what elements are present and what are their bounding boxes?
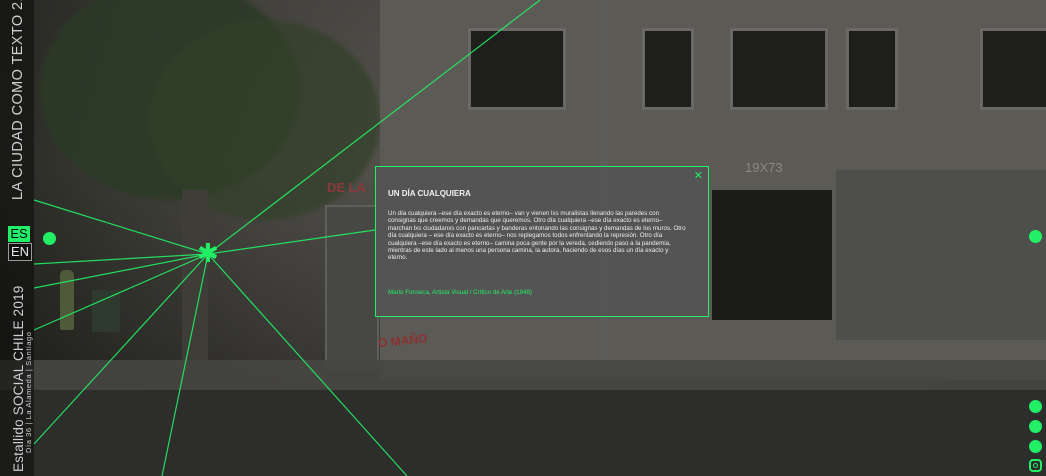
project-location: Día 36 | La Alameda | Santiago [24,331,33,453]
story-modal: ✕ UN DÍA CUALQUIERA Un día cualquiera –e… [375,166,709,317]
modal-author: Mario Fonseca, Artista Visual / Crítico … [388,289,532,296]
location-marker-icon[interactable]: ✱ [197,241,219,267]
connection-line [161,253,209,476]
zoom-in-button[interactable] [1029,400,1042,413]
nav-next-dot[interactable] [1029,230,1042,243]
language-en-button[interactable]: EN [8,243,32,261]
language-es-button[interactable]: ES [8,226,30,242]
connection-line [33,253,209,331]
info-button[interactable] [1029,440,1042,453]
site-title[interactable]: LA CIUDAD COMO TEXTO 2.4km [10,0,26,200]
close-icon[interactable]: ✕ [694,169,703,182]
modal-title: UN DÍA CUALQUIERA [388,189,471,198]
nav-prev-dot[interactable] [43,232,56,245]
modal-body-text: Un día cualquiera –ese día exacto es ete… [388,210,686,262]
connection-line [33,199,209,255]
instagram-icon[interactable] [1029,459,1042,472]
zoom-out-button[interactable] [1029,420,1042,433]
connection-line [207,229,376,255]
